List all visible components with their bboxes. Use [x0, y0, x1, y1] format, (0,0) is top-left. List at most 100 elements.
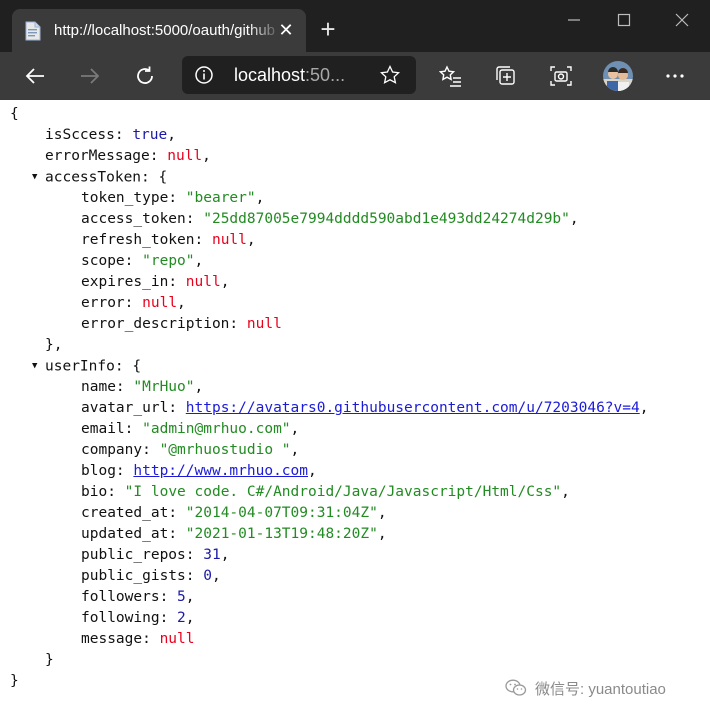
json-key: followers — [81, 589, 160, 605]
json-key: expires_in — [81, 274, 169, 290]
info-icon[interactable] — [194, 65, 214, 85]
json-line-company: company: "@mrhuostudio ", — [81, 442, 300, 458]
json-value: null — [211, 232, 247, 248]
json-key: following — [81, 610, 160, 626]
json-line-error: error: null, — [81, 295, 186, 311]
json-line-bio: bio: "I love code. C#/Android/Java/Javas… — [81, 484, 570, 500]
json-userInfo-close: } — [45, 652, 54, 668]
json-key: public_repos — [81, 547, 186, 563]
json-key: email — [81, 421, 125, 437]
json-line-public_repos: public_repos: 31, — [81, 547, 230, 563]
browser-toolbar: localhost:50... — [0, 52, 710, 100]
json-line-error_description: error_description: null — [81, 316, 282, 332]
profile-avatar[interactable] — [603, 61, 633, 91]
json-line-updated_at: updated_at: "2021-01-13T19:48:20Z", — [81, 526, 387, 542]
browser-tab[interactable]: http://localhost:5000/oauth/github ✕ — [12, 9, 306, 52]
blog-link[interactable]: http://www.mrhuo.com — [133, 463, 308, 479]
json-line-avatar_url: avatar_url: https://avatars0.githubuserc… — [81, 400, 649, 416]
collapse-caret-icon[interactable]: ▼ — [32, 167, 41, 188]
json-key: public_gists — [81, 568, 186, 584]
close-tab-icon[interactable]: ✕ — [276, 20, 296, 40]
forward-arrow-icon[interactable] — [78, 64, 102, 88]
json-value: "repo" — [142, 253, 195, 269]
json-key: blog — [81, 463, 116, 479]
json-line-access_token: access_token: "25dd87005e7994dddd590abd1… — [81, 211, 579, 227]
json-key: bio — [81, 484, 108, 500]
json-line-scope: scope: "repo", — [81, 253, 204, 269]
close-window-icon[interactable] — [670, 10, 694, 30]
json-brace: { — [158, 169, 168, 186]
json-line-isSccess: isSccess: true, — [45, 127, 176, 143]
json-line-userInfo[interactable]: ▼ userInfo: { — [10, 356, 700, 377]
json-line-accessToken[interactable]: ▼ accessToken: { — [10, 167, 700, 188]
json-value: "admin@mrhuo.com" — [142, 421, 291, 437]
wechat-icon — [505, 679, 527, 696]
json-key: error_description — [81, 316, 230, 332]
address-bar[interactable]: localhost:50... — [182, 56, 416, 94]
json-line-name: name: "MrHuo", — [81, 379, 204, 395]
json-line-email: email: "admin@mrhuo.com", — [81, 421, 300, 437]
maximize-icon[interactable] — [612, 10, 636, 30]
watermark-text: 微信号: yuantoutiao — [535, 680, 666, 698]
json-key: name — [81, 379, 116, 395]
json-value: "I love code. C#/Android/Java/Javascript… — [124, 484, 562, 500]
json-brace: { — [132, 358, 142, 375]
json-key: userInfo — [45, 358, 115, 375]
json-value: 5 — [177, 589, 186, 605]
json-key: refresh_token — [81, 232, 195, 248]
json-line-refresh_token: refresh_token: null, — [81, 232, 256, 248]
json-value: null — [167, 148, 203, 164]
json-value: null — [246, 316, 282, 332]
address-text[interactable]: localhost:50... — [234, 65, 345, 85]
json-line-expires_in: expires_in: null, — [81, 274, 230, 290]
refresh-icon[interactable] — [133, 64, 157, 88]
json-value: "@mrhuostudio " — [159, 442, 291, 458]
json-value: "bearer" — [185, 190, 256, 206]
json-accessToken-close: }, — [45, 337, 63, 353]
json-line-followers: followers: 5, — [81, 589, 195, 605]
json-line-public_gists: public_gists: 0, — [81, 568, 221, 584]
json-key: accessToken — [45, 169, 142, 186]
back-arrow-icon[interactable] — [23, 64, 47, 88]
collections-icon[interactable] — [494, 64, 518, 88]
json-key: scope — [81, 253, 125, 269]
json-value: true — [132, 127, 168, 143]
address-port: :50... — [305, 65, 346, 85]
json-value: null — [142, 295, 178, 311]
json-value: 0 — [203, 568, 212, 584]
json-value: null — [185, 274, 221, 290]
json-value: "2021-01-13T19:48:20Z" — [185, 526, 378, 542]
minimize-icon[interactable] — [562, 10, 586, 30]
screenshot-icon[interactable] — [549, 64, 573, 88]
more-options-icon[interactable] — [663, 64, 687, 88]
json-value: 31 — [203, 547, 221, 563]
collapse-caret-icon[interactable]: ▼ — [32, 356, 41, 377]
json-line-token_type: token_type: "bearer", — [81, 190, 265, 206]
favorites-icon[interactable] — [439, 64, 463, 88]
new-tab-button[interactable]: + — [316, 16, 340, 42]
address-host: localhost — [234, 65, 306, 85]
favorite-star-icon[interactable] — [380, 65, 400, 85]
json-key: errorMessage — [45, 148, 150, 164]
json-value: "MrHuo" — [133, 379, 195, 395]
title-bar: http://localhost:5000/oauth/github ✕ + — [0, 0, 710, 52]
json-line-following: following: 2, — [81, 610, 195, 626]
json-key: updated_at — [81, 526, 169, 542]
wechat-watermark: 微信号: yuantoutiao — [505, 676, 666, 700]
avatar-url-link[interactable]: https://avatars0.githubusercontent.com/u… — [186, 400, 640, 416]
json-line-created_at: created_at: "2014-04-07T09:31:04Z", — [81, 505, 387, 521]
json-key: created_at — [81, 505, 169, 521]
json-value: 2 — [177, 610, 186, 626]
json-key: isSccess — [45, 127, 115, 143]
tab-title: http://localhost:5000/oauth/github — [54, 22, 276, 39]
json-line-message: message: null — [81, 631, 195, 647]
json-key: error — [81, 295, 125, 311]
json-key: avatar_url — [81, 400, 169, 416]
json-key: access_token — [81, 211, 186, 227]
json-value: "25dd87005e7994dddd590abd1e493dd24274d29… — [203, 211, 570, 227]
json-line-errorMessage: errorMessage: null, — [45, 148, 211, 164]
json-value: null — [159, 631, 195, 647]
json-value: "2014-04-07T09:31:04Z" — [185, 505, 378, 521]
json-open-brace: { — [10, 106, 19, 122]
json-key: company — [81, 442, 143, 458]
